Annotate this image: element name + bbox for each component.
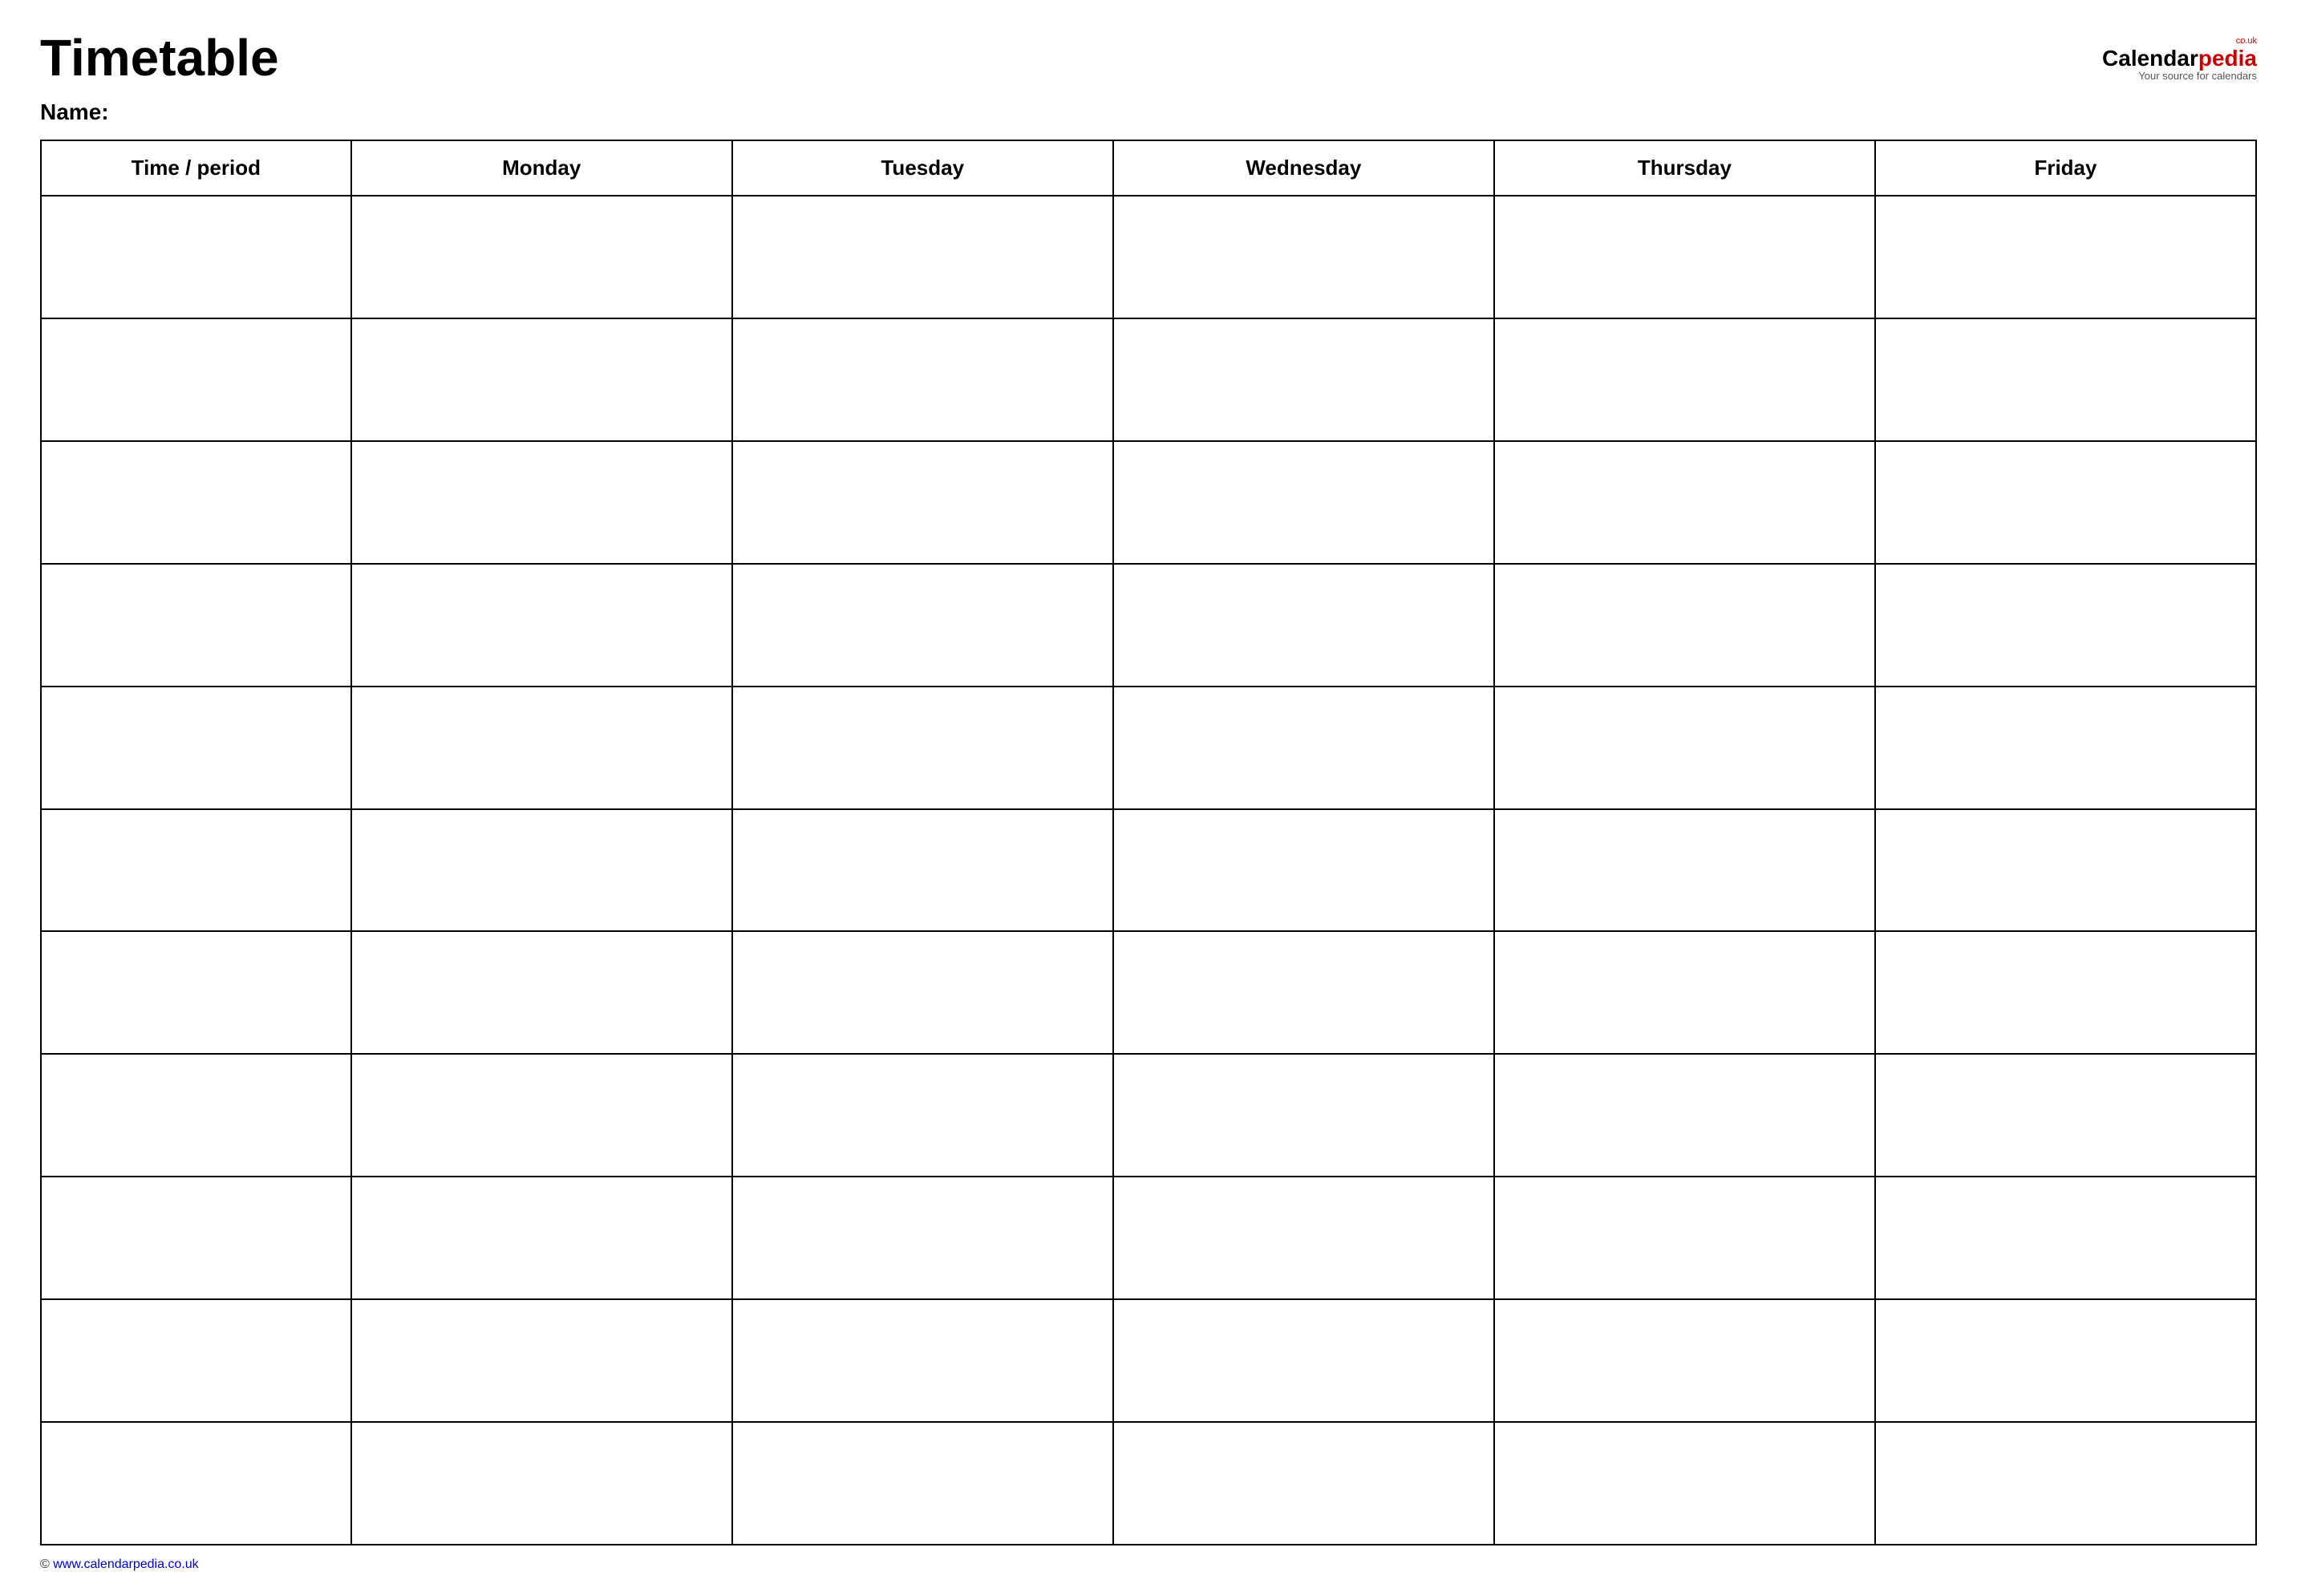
schedule-cell[interactable] xyxy=(732,318,1113,441)
logo-calendar: Calendar xyxy=(2102,46,2198,71)
time-cell[interactable] xyxy=(41,1422,351,1545)
schedule-cell[interactable] xyxy=(1875,441,2256,564)
page-title: Timetable xyxy=(40,32,279,83)
schedule-cell[interactable] xyxy=(1494,441,1875,564)
time-cell[interactable] xyxy=(41,687,351,809)
time-cell[interactable] xyxy=(41,564,351,687)
name-label: Name: xyxy=(40,99,2257,125)
page-header: Timetable co.uk Calendarpedia Your sourc… xyxy=(40,32,2257,83)
time-cell[interactable] xyxy=(41,1177,351,1299)
schedule-cell[interactable] xyxy=(1113,318,1494,441)
schedule-cell[interactable] xyxy=(732,1422,1113,1545)
table-row xyxy=(41,318,2256,441)
logo-couk: co.uk xyxy=(2236,36,2257,46)
timetable: Time / period Monday Tuesday Wednesday T… xyxy=(40,140,2257,1545)
schedule-cell[interactable] xyxy=(1494,687,1875,809)
schedule-cell[interactable] xyxy=(1875,1422,2256,1545)
table-header-row: Time / period Monday Tuesday Wednesday T… xyxy=(41,140,2256,196)
schedule-cell[interactable] xyxy=(1494,318,1875,441)
time-cell[interactable] xyxy=(41,196,351,318)
schedule-cell[interactable] xyxy=(1494,1422,1875,1545)
logo-text: Calendarpedia xyxy=(2102,47,2257,70)
time-cell[interactable] xyxy=(41,931,351,1054)
time-cell[interactable] xyxy=(41,1299,351,1422)
schedule-cell[interactable] xyxy=(1113,441,1494,564)
col-header-time: Time / period xyxy=(41,140,351,196)
schedule-cell[interactable] xyxy=(1494,196,1875,318)
table-row xyxy=(41,196,2256,318)
footer-link[interactable]: www.calendarpedia.co.uk xyxy=(53,1558,198,1571)
schedule-cell[interactable] xyxy=(351,931,732,1054)
time-cell[interactable] xyxy=(41,1054,351,1177)
col-header-friday: Friday xyxy=(1875,140,2256,196)
schedule-cell[interactable] xyxy=(1875,318,2256,441)
schedule-cell[interactable] xyxy=(1875,809,2256,932)
table-row xyxy=(41,1299,2256,1422)
schedule-cell[interactable] xyxy=(732,931,1113,1054)
schedule-cell[interactable] xyxy=(1875,564,2256,687)
schedule-cell[interactable] xyxy=(1113,196,1494,318)
table-row xyxy=(41,687,2256,809)
schedule-cell[interactable] xyxy=(1113,1054,1494,1177)
schedule-cell[interactable] xyxy=(1113,1422,1494,1545)
schedule-cell[interactable] xyxy=(1113,687,1494,809)
col-header-thursday: Thursday xyxy=(1494,140,1875,196)
schedule-cell[interactable] xyxy=(351,1299,732,1422)
schedule-cell[interactable] xyxy=(1113,1177,1494,1299)
table-row xyxy=(41,1177,2256,1299)
table-row xyxy=(41,1422,2256,1545)
logo-pedia: pedia xyxy=(2198,46,2257,71)
schedule-cell[interactable] xyxy=(1875,196,2256,318)
schedule-cell[interactable] xyxy=(1113,809,1494,932)
col-header-wednesday: Wednesday xyxy=(1113,140,1494,196)
schedule-cell[interactable] xyxy=(1875,1299,2256,1422)
schedule-cell[interactable] xyxy=(1113,1299,1494,1422)
time-cell[interactable] xyxy=(41,441,351,564)
schedule-cell[interactable] xyxy=(351,1054,732,1177)
schedule-cell[interactable] xyxy=(1494,1177,1875,1299)
schedule-cell[interactable] xyxy=(1494,1054,1875,1177)
schedule-cell[interactable] xyxy=(732,441,1113,564)
table-row xyxy=(41,931,2256,1054)
logo: co.uk Calendarpedia Your source for cale… xyxy=(2102,36,2257,82)
schedule-cell[interactable] xyxy=(351,564,732,687)
schedule-cell[interactable] xyxy=(732,1177,1113,1299)
schedule-cell[interactable] xyxy=(1494,564,1875,687)
table-row xyxy=(41,564,2256,687)
schedule-cell[interactable] xyxy=(1875,687,2256,809)
footer: © www.calendarpedia.co.uk xyxy=(40,1558,2257,1572)
table-row xyxy=(41,441,2256,564)
schedule-cell[interactable] xyxy=(351,441,732,564)
time-cell[interactable] xyxy=(41,318,351,441)
schedule-cell[interactable] xyxy=(1875,1054,2256,1177)
table-row xyxy=(41,1054,2256,1177)
table-row xyxy=(41,809,2256,932)
col-header-tuesday: Tuesday xyxy=(732,140,1113,196)
schedule-cell[interactable] xyxy=(732,196,1113,318)
schedule-cell[interactable] xyxy=(732,1054,1113,1177)
logo-tagline: Your source for calendars xyxy=(2138,70,2257,82)
schedule-cell[interactable] xyxy=(1875,931,2256,1054)
schedule-cell[interactable] xyxy=(351,1177,732,1299)
schedule-cell[interactable] xyxy=(351,687,732,809)
schedule-cell[interactable] xyxy=(1494,931,1875,1054)
schedule-cell[interactable] xyxy=(351,1422,732,1545)
schedule-cell[interactable] xyxy=(732,564,1113,687)
col-header-monday: Monday xyxy=(351,140,732,196)
schedule-cell[interactable] xyxy=(351,318,732,441)
schedule-cell[interactable] xyxy=(1494,809,1875,932)
schedule-cell[interactable] xyxy=(1113,931,1494,1054)
schedule-cell[interactable] xyxy=(351,809,732,932)
schedule-cell[interactable] xyxy=(732,1299,1113,1422)
footer-url: www.calendarpedia.co.uk xyxy=(53,1558,198,1571)
schedule-cell[interactable] xyxy=(1875,1177,2256,1299)
schedule-cell[interactable] xyxy=(351,196,732,318)
schedule-cell[interactable] xyxy=(1113,564,1494,687)
schedule-cell[interactable] xyxy=(732,687,1113,809)
time-cell[interactable] xyxy=(41,809,351,932)
schedule-cell[interactable] xyxy=(732,809,1113,932)
schedule-cell[interactable] xyxy=(1494,1299,1875,1422)
